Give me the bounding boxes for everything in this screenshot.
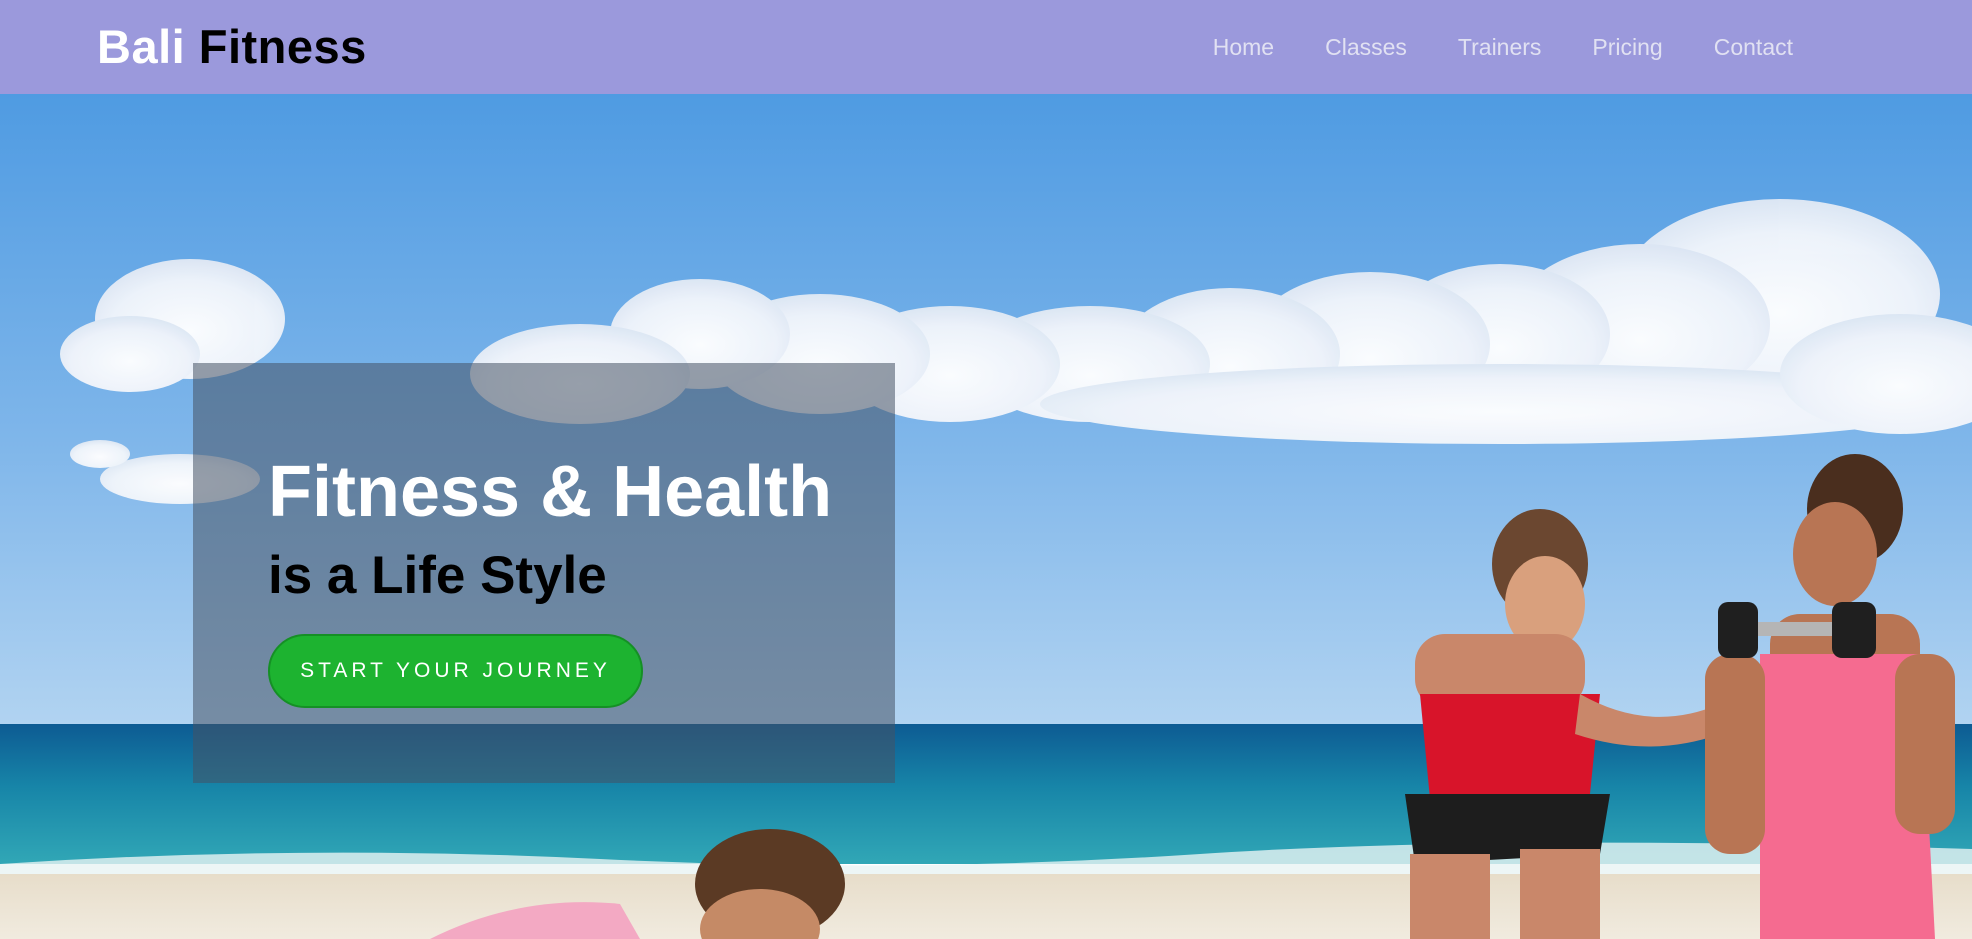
nav-contact[interactable]: Contact — [1714, 32, 1793, 62]
brand-word-bali: Bali — [97, 20, 186, 73]
brand-logo[interactable]: Bali Fitness — [97, 20, 367, 74]
nav-pricing[interactable]: Pricing — [1592, 32, 1662, 62]
brand-word-fitness: Fitness — [198, 20, 367, 73]
site-header: Bali Fitness Home Classes Trainers Prici… — [0, 0, 1972, 94]
nav-home[interactable]: Home — [1213, 32, 1274, 62]
hero-heading: Fitness & Health — [268, 452, 833, 532]
nav-trainers[interactable]: Trainers — [1458, 32, 1542, 62]
nav-classes[interactable]: Classes — [1325, 32, 1407, 62]
main-nav: Home Classes Trainers Pricing Contact — [1213, 32, 1793, 62]
start-journey-button[interactable]: START YOUR JOURNEY — [268, 634, 643, 708]
hero-subheading: is a Life Style — [268, 546, 607, 605]
